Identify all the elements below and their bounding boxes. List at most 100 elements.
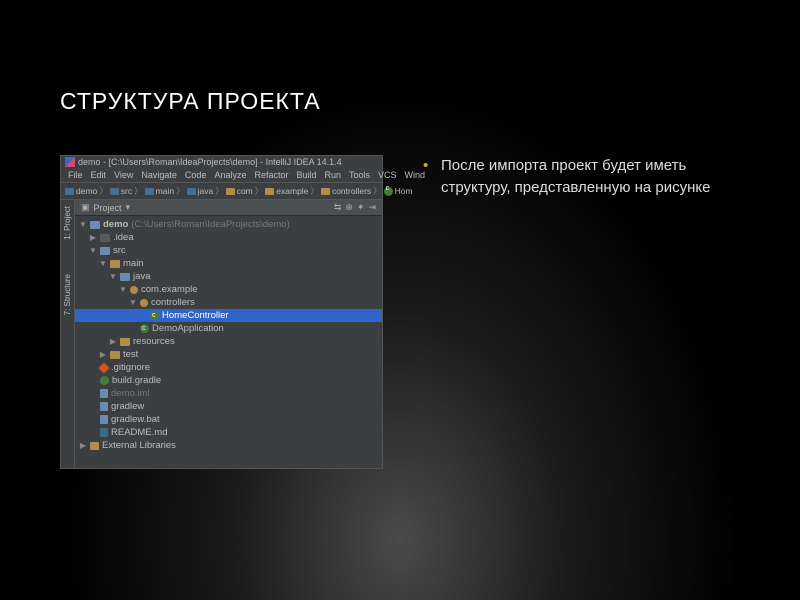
tree-row[interactable]: src (75, 244, 382, 257)
tree-path: (C:\Users\Roman\IdeaProjects\demo) (131, 218, 289, 231)
ide-body: 1: Project 7: Structure ▣ Project ▾ ⇆ ⊕ … (61, 200, 382, 468)
ide-breadcrumb: demo〉 src〉 main〉 java〉 com〉 example〉 con… (61, 182, 382, 200)
tree-label: DemoApplication (152, 322, 224, 335)
collapse-icon[interactable]: ⇆ (334, 202, 342, 213)
breadcrumb-item[interactable]: Hom (384, 186, 413, 196)
tree-label: .idea (113, 231, 134, 244)
expand-arrow-icon[interactable] (99, 257, 107, 270)
resources-folder-icon (120, 338, 130, 346)
menu-vcs[interactable]: VCS (375, 169, 400, 181)
locate-icon[interactable]: ⊕ (345, 202, 353, 213)
tree-row[interactable]: test (75, 348, 382, 361)
expand-arrow-icon[interactable] (89, 231, 97, 244)
breadcrumb-item[interactable]: src (110, 186, 132, 196)
tree-label: gradlew (111, 400, 144, 413)
folder-icon (265, 188, 274, 195)
menu-run[interactable]: Run (322, 169, 345, 181)
chevron-down-icon[interactable]: ▾ (126, 202, 131, 213)
hide-icon[interactable]: ⇥ (368, 202, 376, 213)
tree-row[interactable]: gradlew (75, 400, 382, 413)
tree-row[interactable]: resources (75, 335, 382, 348)
class-icon (150, 311, 159, 320)
tree-label: .gitignore (111, 361, 150, 374)
breadcrumb-item[interactable]: example (265, 186, 308, 196)
tree-row[interactable]: gradlew.bat (75, 413, 382, 426)
expand-arrow-icon[interactable] (99, 348, 107, 361)
tree-row[interactable]: java (75, 270, 382, 283)
tree-row[interactable]: main (75, 257, 382, 270)
tree-label: External Libraries (102, 439, 176, 452)
gradle-icon (100, 376, 109, 385)
breadcrumb-item[interactable]: com (226, 186, 253, 196)
expand-arrow-icon[interactable] (109, 335, 117, 348)
class-icon (140, 324, 149, 333)
menu-file[interactable]: File (65, 169, 86, 181)
file-icon (100, 415, 108, 424)
folder-icon (65, 188, 74, 195)
expand-arrow-icon[interactable] (79, 218, 87, 231)
expand-arrow-icon[interactable] (79, 439, 87, 452)
expand-arrow-icon[interactable] (89, 244, 97, 257)
menu-tools[interactable]: Tools (346, 169, 373, 181)
chevron-right-icon: 〉 (99, 185, 108, 197)
chevron-right-icon: 〉 (255, 185, 264, 197)
folder-icon (145, 188, 154, 195)
tree-row[interactable]: DemoApplication (75, 322, 382, 335)
tree-label: controllers (151, 296, 195, 309)
breadcrumb-item[interactable]: demo (65, 186, 97, 196)
ide-screenshot: demo - [C:\Users\Roman\IdeaProjects\demo… (60, 155, 383, 469)
tree-row[interactable]: README.md (75, 426, 382, 439)
breadcrumb-item[interactable]: controllers (321, 186, 371, 196)
tree-row-root[interactable]: demo (C:\Users\Roman\IdeaProjects\demo) (75, 218, 382, 231)
menu-build[interactable]: Build (293, 169, 319, 181)
project-view-icon: ▣ (81, 202, 90, 213)
tree-row[interactable]: .gitignore (75, 361, 382, 374)
tree-row[interactable]: controllers (75, 296, 382, 309)
menu-code[interactable]: Code (182, 169, 210, 181)
expand-arrow-icon[interactable] (119, 283, 127, 296)
expand-arrow-icon[interactable] (129, 296, 137, 309)
menu-navigate[interactable]: Navigate (138, 169, 180, 181)
file-icon (100, 402, 108, 411)
tree-label: demo (103, 218, 128, 231)
tree-row-external-libs[interactable]: External Libraries (75, 439, 382, 452)
tree-row[interactable]: build.gradle (75, 374, 382, 387)
content-row: demo - [C:\Users\Roman\IdeaProjects\demo… (60, 155, 740, 469)
tree-row[interactable]: .idea (75, 231, 382, 244)
tool-window-bar: 1: Project 7: Structure (61, 200, 75, 468)
breadcrumb-item[interactable]: main (145, 186, 174, 196)
file-icon (100, 389, 108, 398)
tree-label: demo.iml (111, 387, 150, 400)
folder-icon (100, 234, 110, 242)
source-folder-icon (120, 273, 130, 281)
menu-analyze[interactable]: Analyze (211, 169, 249, 181)
menu-view[interactable]: View (111, 169, 136, 181)
menu-refactor[interactable]: Refactor (251, 169, 291, 181)
ide-menubar: File Edit View Navigate Code Analyze Ref… (61, 168, 382, 182)
tree-row[interactable]: com.example (75, 283, 382, 296)
folder-icon (110, 260, 120, 268)
breadcrumb-item[interactable]: java (187, 186, 214, 196)
menu-edit[interactable]: Edit (88, 169, 110, 181)
project-tool-tab[interactable]: 1: Project (63, 204, 72, 242)
tree-label: test (123, 348, 138, 361)
bullet-item: После импорта проект будет иметь структу… (423, 155, 740, 199)
folder-icon (110, 351, 120, 359)
package-icon (140, 299, 148, 307)
folder-icon (187, 188, 196, 195)
chevron-right-icon: 〉 (134, 185, 143, 197)
expand-arrow-icon[interactable] (109, 270, 117, 283)
library-icon (90, 442, 99, 450)
ide-titlebar: demo - [C:\Users\Roman\IdeaProjects\demo… (61, 156, 382, 168)
tree-row[interactable]: demo.iml (75, 387, 382, 400)
chevron-right-icon: 〉 (310, 185, 319, 197)
intellij-icon (65, 157, 75, 167)
settings-icon[interactable]: ✶ (357, 202, 365, 213)
tree-label: java (133, 270, 150, 283)
slide-text: После импорта проект будет иметь структу… (423, 155, 740, 469)
tree-row-selected[interactable]: HomeController (75, 309, 382, 322)
git-icon (98, 362, 109, 373)
structure-tool-tab[interactable]: 7: Structure (63, 272, 72, 317)
project-panel-label[interactable]: Project (94, 203, 122, 213)
project-panel-header: ▣ Project ▾ ⇆ ⊕ ✶ ⇥ (75, 200, 382, 216)
